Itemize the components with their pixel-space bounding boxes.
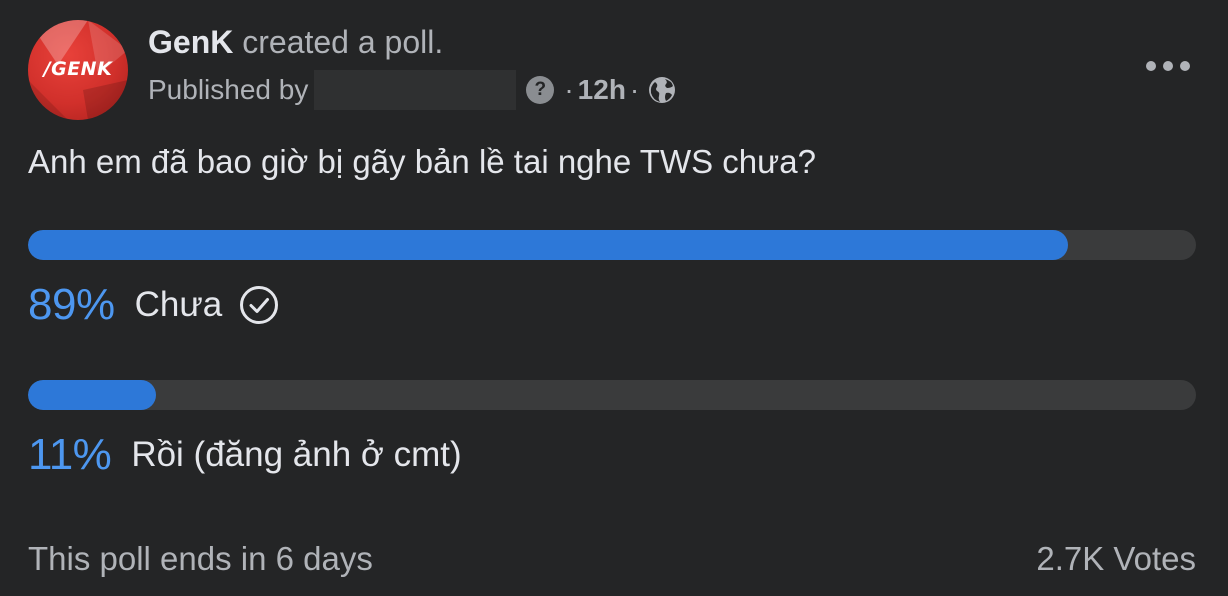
poll-option-2[interactable]: 11% Rồi (đăng ảnh ở cmt): [28, 380, 1196, 479]
poll-option-1-bar-track: [28, 230, 1196, 260]
poll-option-2-percent: 11%: [28, 430, 112, 479]
post-action-text: created a poll.: [242, 24, 444, 60]
poll-votes-count[interactable]: 2.7K Votes: [1036, 540, 1196, 578]
poll-ends-text: This poll ends in 6 days: [28, 540, 373, 577]
genk-logo: /GENK: [43, 58, 113, 80]
poll-option-1-percent: 89%: [28, 280, 115, 329]
post-meta: Published by ? · 12h ·: [148, 70, 677, 110]
post-timestamp[interactable]: 12h: [578, 74, 626, 106]
poll-option-1-bar-fill: [28, 230, 1068, 260]
more-dot: [1180, 61, 1190, 71]
page-avatar[interactable]: /GENK: [28, 20, 128, 120]
check-circle-icon: [240, 286, 279, 324]
poll-option-2-bar-track: [28, 380, 1196, 410]
poll-option-1-text: Chưa: [134, 285, 223, 324]
page-name-link[interactable]: GenK: [148, 24, 233, 60]
post-header: /GENK GenK created a poll. Published by …: [28, 20, 1200, 120]
poll-option-2-label-row: 11% Rồi (đăng ảnh ở cmt): [28, 428, 462, 482]
more-dot: [1163, 61, 1173, 71]
poll-footer: This poll ends in 6 days 2.7K Votes: [28, 536, 1196, 582]
globe-icon[interactable]: [647, 75, 677, 105]
poll-option-2-text: Rồi (đăng ảnh ở cmt): [131, 435, 462, 474]
poll-question: Anh em đã bao giờ bị gãy bản lề tai nghe…: [28, 143, 816, 180]
dot-separator: ·: [564, 74, 574, 105]
more-dot: [1146, 61, 1156, 71]
published-by-label: Published by: [148, 74, 309, 105]
post-title-line: GenK created a poll.: [148, 22, 443, 62]
poll-option-1-label-row: 89% Chưa: [28, 278, 280, 332]
dot-separator: ·: [629, 74, 640, 105]
poll-option-2-bar-fill: [28, 380, 157, 410]
redacted-publisher-name: [314, 70, 517, 110]
more-options-icon[interactable]: [1146, 56, 1190, 76]
help-icon[interactable]: ?: [526, 76, 555, 104]
poll-option-1[interactable]: 89% Chưa: [28, 230, 1196, 329]
